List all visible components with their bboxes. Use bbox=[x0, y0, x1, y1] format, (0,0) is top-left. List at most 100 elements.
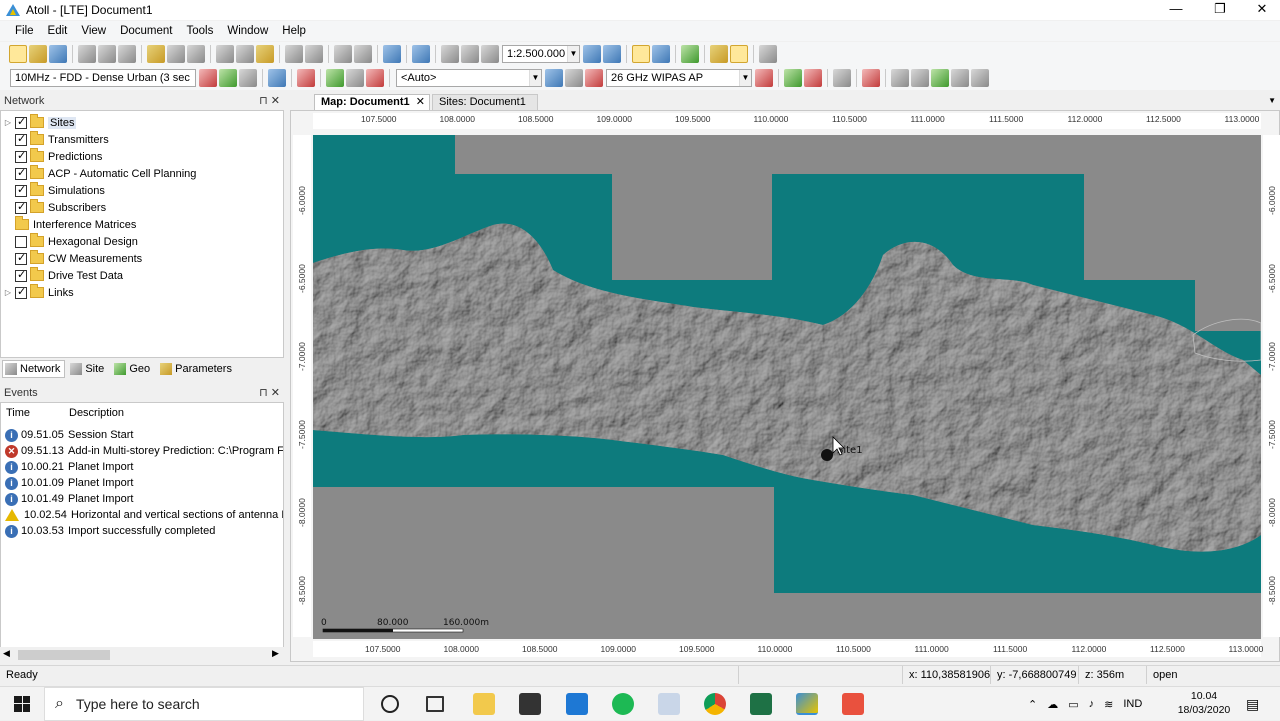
zoom-out-icon[interactable] bbox=[603, 45, 621, 63]
scroll-thumb[interactable] bbox=[18, 650, 110, 660]
database-icon[interactable] bbox=[118, 45, 136, 63]
paste-icon[interactable] bbox=[256, 45, 274, 63]
taskbar-search[interactable]: ⌕ Type here to search bbox=[44, 686, 364, 721]
tool-hop-icon[interactable] bbox=[784, 69, 802, 87]
checkbox[interactable] bbox=[15, 115, 27, 129]
tool-report-icon[interactable] bbox=[833, 69, 851, 87]
redo-icon[interactable] bbox=[305, 45, 323, 63]
tool-microwave-icon[interactable] bbox=[585, 69, 603, 87]
event-row[interactable]: i 10.01.49 Planet Import bbox=[5, 491, 133, 507]
tool-site-icon[interactable] bbox=[366, 69, 384, 87]
scale-combo[interactable]: 1:2.500.000 ▼ bbox=[502, 45, 580, 63]
start-button[interactable] bbox=[0, 687, 44, 721]
snipping-tool-icon[interactable] bbox=[658, 693, 680, 715]
checkbox[interactable] bbox=[15, 200, 27, 214]
close-button[interactable]: ✕ bbox=[1240, 0, 1280, 20]
tab-sites-document1[interactable]: Sites: Document1 bbox=[432, 94, 538, 110]
tool-network-icon[interactable] bbox=[891, 69, 909, 87]
tool-export-map-icon[interactable] bbox=[931, 69, 949, 87]
print-preview-icon[interactable] bbox=[354, 45, 372, 63]
tool-scissors-icon[interactable] bbox=[199, 69, 217, 87]
tab-parameters[interactable]: Parameters bbox=[157, 360, 237, 378]
tool-colors-icon[interactable] bbox=[219, 69, 237, 87]
cortana-icon[interactable] bbox=[381, 695, 399, 713]
checkbox[interactable] bbox=[15, 285, 27, 299]
notification-icon[interactable]: ▤ bbox=[1246, 696, 1259, 713]
close-icon[interactable]: ✕ bbox=[416, 95, 425, 110]
tree-item-links[interactable]: ▷Links bbox=[1, 284, 74, 301]
open-folder-icon[interactable] bbox=[29, 45, 47, 63]
menu-help[interactable]: Help bbox=[275, 25, 313, 37]
tool-profile-icon[interactable] bbox=[804, 69, 822, 87]
undo-icon[interactable] bbox=[285, 45, 303, 63]
tool-link-icon[interactable] bbox=[268, 69, 286, 87]
menu-edit[interactable]: Edit bbox=[41, 25, 75, 37]
checkbox[interactable] bbox=[15, 251, 27, 265]
tab-map-document1[interactable]: Map: Document1 ✕ bbox=[314, 94, 430, 110]
chrome-icon[interactable] bbox=[704, 693, 726, 715]
horizontal-scrollbar[interactable]: ◀ ▶ bbox=[0, 647, 286, 663]
menu-window[interactable]: Window bbox=[220, 25, 275, 37]
band-combo[interactable]: 26 GHz WIPAS AP ▼ bbox=[606, 69, 752, 87]
refresh-icon[interactable] bbox=[412, 45, 430, 63]
chevron-down-icon[interactable]: ▼ bbox=[1268, 96, 1276, 105]
chevron-left-icon[interactable]: ◀ bbox=[3, 648, 10, 659]
tree-item-simulations[interactable]: Simulations bbox=[1, 182, 105, 199]
taskbar-clock[interactable]: 10.04 18/03/2020 bbox=[1176, 689, 1232, 717]
tab-site[interactable]: Site bbox=[67, 360, 109, 378]
tool-layers-icon[interactable] bbox=[951, 69, 969, 87]
volume-icon[interactable]: ♪ bbox=[1089, 698, 1095, 710]
event-row[interactable]: i 10.01.09 Planet Import bbox=[5, 475, 133, 491]
panel-pin-close-icon[interactable]: ⊓ ✕ bbox=[259, 386, 280, 399]
chevron-up-icon[interactable]: ⌃ bbox=[1028, 698, 1037, 711]
tool-table-icon[interactable] bbox=[326, 69, 344, 87]
find-binoculars-icon[interactable] bbox=[759, 45, 777, 63]
store-icon[interactable] bbox=[519, 693, 541, 715]
panel-pin-close-icon[interactable]: ⊓ ✕ bbox=[259, 94, 280, 107]
battery-icon[interactable]: ▭ bbox=[1068, 698, 1078, 711]
tool-signal-icon[interactable] bbox=[565, 69, 583, 87]
point-analysis-icon[interactable] bbox=[681, 45, 699, 63]
chevron-right-icon[interactable]: ▶ bbox=[272, 648, 279, 659]
checkbox[interactable] bbox=[15, 166, 27, 180]
file-explorer-icon[interactable] bbox=[473, 693, 495, 715]
tool-delete-link-icon[interactable] bbox=[755, 69, 773, 87]
event-row[interactable]: i 10.00.21 Planet Import bbox=[5, 459, 133, 475]
spotify-icon[interactable] bbox=[612, 693, 634, 715]
tree-item-transmitters[interactable]: Transmitters bbox=[1, 131, 109, 148]
new-document-icon[interactable] bbox=[9, 45, 27, 63]
tool-measure-icon[interactable] bbox=[911, 69, 929, 87]
menu-document[interactable]: Document bbox=[113, 25, 179, 37]
project-open-icon[interactable] bbox=[147, 45, 165, 63]
tree-item-interference-matrices[interactable]: Interference Matrices bbox=[1, 216, 136, 233]
expand-arrow-icon[interactable]: ▷ bbox=[1, 288, 15, 297]
save-icon[interactable] bbox=[49, 45, 67, 63]
language-indicator[interactable]: IND bbox=[1123, 698, 1142, 710]
menu-view[interactable]: View bbox=[74, 25, 113, 37]
tree-item-cw-measurements[interactable]: CW Measurements bbox=[1, 250, 142, 267]
pan-hand-icon[interactable] bbox=[481, 45, 499, 63]
minimize-button[interactable]: — bbox=[1154, 0, 1198, 20]
onedrive-icon[interactable]: ☁ bbox=[1047, 698, 1058, 711]
column-header-time[interactable]: Time bbox=[6, 407, 30, 423]
export-icon[interactable] bbox=[98, 45, 116, 63]
refresh-db-icon[interactable] bbox=[167, 45, 185, 63]
event-row[interactable]: i 09.51.05 Session Start bbox=[5, 427, 133, 443]
expand-arrow-icon[interactable]: ▷ bbox=[1, 118, 15, 127]
task-view-icon[interactable] bbox=[426, 696, 444, 712]
zoom-in-icon[interactable] bbox=[583, 45, 601, 63]
mail-icon[interactable] bbox=[566, 693, 588, 715]
map-canvas[interactable]: Site1 0 80.000 160.000m bbox=[313, 135, 1261, 639]
tree-item-acp[interactable]: ACP - Automatic Cell Planning bbox=[1, 165, 196, 182]
tree-item-predictions[interactable]: Predictions bbox=[1, 148, 102, 165]
target-icon[interactable] bbox=[297, 69, 315, 87]
event-row[interactable]: 10.02.54 Horizontal and vertical sections… bbox=[5, 507, 283, 523]
import-icon[interactable] bbox=[78, 45, 96, 63]
cut-icon[interactable] bbox=[216, 45, 234, 63]
app-icon[interactable] bbox=[842, 693, 864, 715]
tooltip-icon[interactable] bbox=[730, 45, 748, 63]
print-icon[interactable] bbox=[334, 45, 352, 63]
column-header-description[interactable]: Description bbox=[69, 407, 124, 423]
menu-tools[interactable]: Tools bbox=[180, 25, 221, 37]
checkbox[interactable] bbox=[15, 132, 27, 146]
